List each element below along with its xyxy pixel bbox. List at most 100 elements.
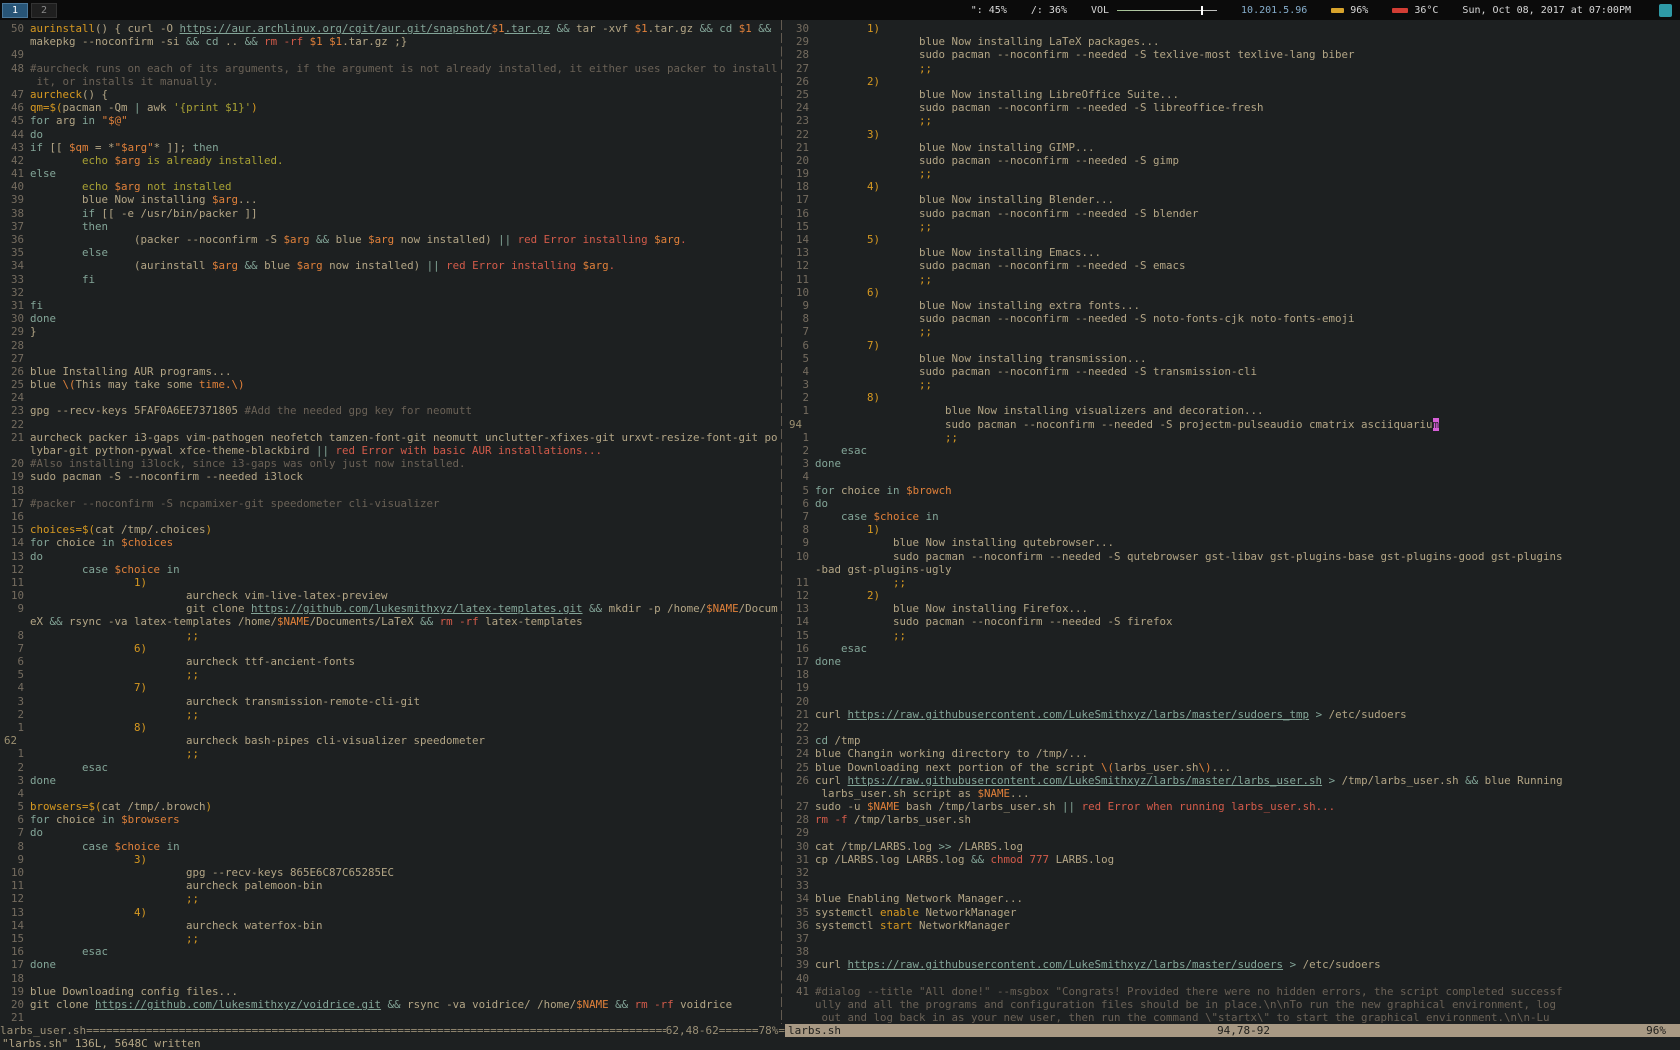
- statusline-spacer: [841, 1024, 1217, 1037]
- code-token: eX: [30, 615, 50, 628]
- code-token: cat /tmp/LARBS.log: [815, 840, 939, 853]
- code-token: ..: [219, 35, 245, 48]
- line-number: 15: [4, 932, 24, 945]
- code-line: 33: [789, 879, 1680, 892]
- workspace-button-1[interactable]: 1: [2, 3, 28, 18]
- line-number: 32: [789, 866, 809, 879]
- code-token: [30, 642, 134, 655]
- code-token: gpg --recv-keys 865E6C87C65285EC: [30, 866, 394, 879]
- code-line: 16 esac: [789, 642, 1680, 655]
- code-line: 10 aurcheck vim-live-latex-preview: [4, 589, 778, 602]
- code-line: 23 ;;: [789, 114, 1680, 127]
- code-token: }: [30, 325, 37, 338]
- code-token: [815, 273, 919, 286]
- code-line: 38 if [[ -e /usr/bin/packer ]]: [4, 207, 778, 220]
- code-token: blue Now installing Firefox...: [815, 602, 1088, 615]
- window-separator[interactable]: [781, 20, 782, 1024]
- code-token: done: [30, 312, 56, 325]
- code-line: 29}: [4, 325, 778, 338]
- line-number: 10: [4, 866, 24, 879]
- code-token: red Error when running larbs_user.sh...: [1082, 800, 1336, 813]
- code-token: (aurinstall: [30, 259, 212, 272]
- code-token: "$@": [102, 114, 128, 127]
- volume-slider-handle[interactable]: [1201, 6, 1203, 15]
- code-line: 23cd /tmp: [789, 734, 1680, 747]
- code-token: &&: [758, 22, 771, 35]
- code-token: blue Now installing visualizers and deco…: [815, 404, 1264, 417]
- code-token: &&: [420, 615, 433, 628]
- code-token: systemctl: [815, 919, 880, 932]
- code-token: /Documents/LaT: [739, 602, 778, 615]
- code-token: case: [82, 840, 108, 853]
- vim-window-larbs[interactable]: 30 1)29 blue Now installing LaTeX packag…: [789, 22, 1680, 1024]
- code-line: 12 ;;: [4, 892, 778, 905]
- code-line: 48#aurcheck runs on each of its argument…: [4, 62, 778, 75]
- code-token: blue: [329, 233, 368, 246]
- line-number: 23: [789, 734, 809, 747]
- code-token: bash /tmp/larbs_user.sh: [900, 800, 1063, 813]
- line-number: 22: [4, 418, 24, 431]
- code-token: [815, 22, 867, 35]
- statusbar-modules: ": 45% /: 36% VOL 10.201.5.96 96% 36°C S…: [971, 4, 1680, 17]
- code-line: 28 sudo pacman --noconfirm --needed -S t…: [789, 48, 1680, 61]
- code-token: ...: [238, 193, 258, 206]
- code-line: 1 8): [4, 721, 778, 734]
- line-number: 11: [4, 576, 24, 589]
- code-line: 13 4): [4, 906, 778, 919]
- code-token: choice: [50, 536, 102, 549]
- code-token: 6): [867, 286, 880, 299]
- line-number: 34: [4, 259, 24, 272]
- code-token: rsync -va latex-templates /home/: [63, 615, 278, 628]
- code-line: 32: [789, 866, 1680, 879]
- code-line: 9 3): [4, 853, 778, 866]
- code-token: $1: [492, 22, 505, 35]
- line-number: 28: [789, 813, 809, 826]
- disk-root-status: /: 36%: [1031, 5, 1067, 16]
- code-line: 6 aurcheck ttf-ancient-fonts: [4, 655, 778, 668]
- code-token: LARBS.log: [1049, 853, 1114, 866]
- volume-slider[interactable]: [1117, 6, 1217, 15]
- code-token: [30, 273, 82, 286]
- code-line: 39 blue Now installing $arg...: [4, 193, 778, 206]
- line-number: 14: [789, 615, 809, 628]
- line-number: 21: [789, 141, 809, 154]
- line-number: 25: [789, 761, 809, 774]
- code-line: 7do: [4, 826, 778, 839]
- code-token: do: [30, 128, 43, 141]
- line-number: 40: [789, 972, 809, 985]
- line-number: 33: [4, 273, 24, 286]
- statusline-active: larbs.sh 94,78-92 96%: [785, 1024, 1680, 1037]
- code-token: &&: [186, 35, 199, 48]
- code-token: aurcheck bash-pipes cli-visualizer speed…: [30, 734, 485, 747]
- code-token: done: [815, 457, 841, 470]
- code-token: &&: [615, 998, 628, 1011]
- line-number: 5: [789, 484, 809, 497]
- code-token: #Add the needed gpg key for neomutt: [245, 404, 473, 417]
- code-token: aurinstall: [30, 22, 95, 35]
- line-number: 18: [789, 180, 809, 193]
- line-number: 45: [4, 114, 24, 127]
- code-line: 14for choice in $choices: [4, 536, 778, 549]
- line-number: 18: [4, 972, 24, 985]
- code-line: makepkg --noconfirm -si && cd .. && rm -…: [4, 35, 778, 48]
- vim-window-larbs-user[interactable]: 50aurinstall() { curl -O https://aur.arc…: [4, 22, 778, 1024]
- line-number: 18: [789, 668, 809, 681]
- code-line: larbs_user.sh script as $NAME...: [789, 787, 1680, 800]
- code-token: blue Now installing qutebrowser...: [815, 536, 1114, 549]
- line-number: 20: [789, 154, 809, 167]
- line-number: 11: [789, 576, 809, 589]
- statusline-ruler: 62,48-62: [666, 1024, 719, 1037]
- line-number: 36: [4, 233, 24, 246]
- code-token: esac: [82, 761, 108, 774]
- line-number: 16: [789, 207, 809, 220]
- code-token: ;;: [893, 629, 906, 642]
- code-token: browsers=$(: [30, 800, 102, 813]
- code-token: $browsers: [121, 813, 180, 826]
- code-line: 19blue Downloading config files...: [4, 985, 778, 998]
- tray-icon[interactable]: [1659, 4, 1672, 17]
- code-token: ;;: [186, 932, 199, 945]
- battery-module: 96%: [1331, 5, 1368, 16]
- code-token: * ]];: [154, 141, 193, 154]
- code-token: ||: [316, 444, 329, 457]
- workspace-button-2[interactable]: 2: [31, 3, 57, 18]
